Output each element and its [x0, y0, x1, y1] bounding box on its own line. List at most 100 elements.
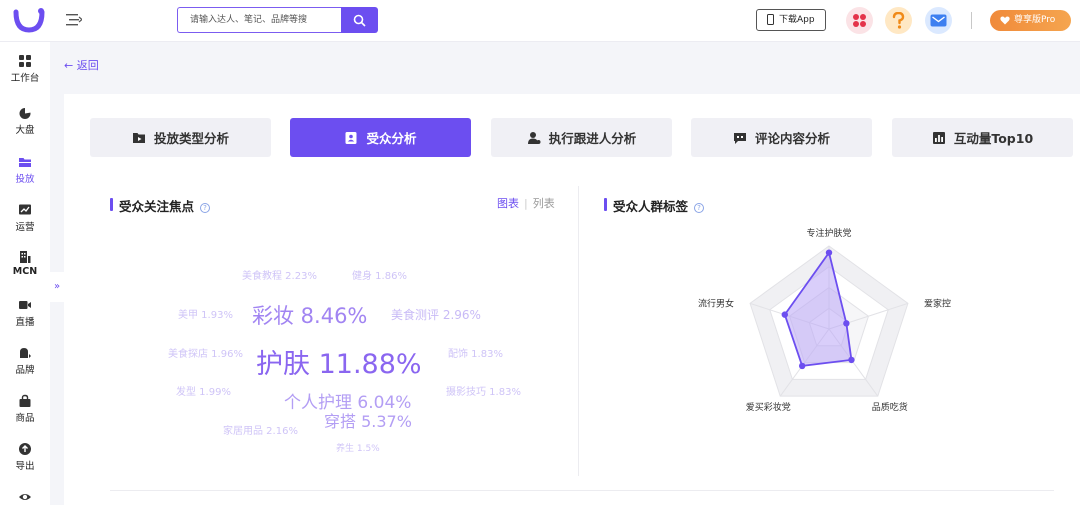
word-cloud-item: 健身 1.86%: [352, 271, 407, 282]
grid-icon: [19, 55, 31, 67]
audience-focus-title-text: 受众关注焦点: [119, 199, 195, 214]
word-cloud-item: 摄影技巧 1.83%: [446, 387, 521, 398]
tab-comments[interactable]: 评论内容分析: [691, 118, 872, 157]
sidebar-item-products[interactable]: 商品: [0, 394, 50, 424]
folder-play-icon: [132, 132, 145, 143]
help-icon[interactable]: ?: [200, 203, 211, 213]
sidebar-collapse-toggle[interactable]: »: [50, 272, 64, 302]
tab-audience[interactable]: 受众分析: [290, 118, 471, 157]
analysis-card: 投放类型分析 受众分析 执行跟进人分析 评论内容分析 互动量Top10 受众关注…: [64, 94, 1080, 505]
sidebar-item-label: 大盘: [15, 125, 35, 136]
tab-label: 受众分析: [366, 131, 417, 146]
sidebar-item-label: 直播: [15, 317, 35, 328]
sidebar-item-live[interactable]: 直播: [0, 298, 50, 328]
bar-chart-icon: [932, 131, 945, 144]
word-cloud-item: 美食测评 2.96%: [391, 308, 481, 322]
pro-upgrade-button[interactable]: 尊享版Pro: [990, 10, 1071, 31]
logo-icon[interactable]: [12, 6, 46, 34]
radar-axis-label: 爱家控: [924, 297, 951, 309]
tab-label: 投放类型分析: [153, 131, 229, 146]
trend-chart-icon: [19, 204, 31, 215]
radar-point[interactable]: [848, 356, 855, 364]
view-list-toggle[interactable]: 列表: [533, 197, 555, 210]
word-cloud-item: 美甲 1.93%: [178, 310, 233, 321]
export-icon: [19, 443, 31, 455]
comment-icon: [733, 132, 746, 144]
eye-icon: [19, 494, 31, 500]
sidebar-item-overview[interactable]: 大盘: [0, 106, 50, 136]
pie-chart-icon: [19, 106, 31, 119]
sidebar-item-export[interactable]: 导出: [0, 442, 50, 472]
tab-label: 互动量Top10: [953, 131, 1034, 146]
sidebar-item-label: 导出: [15, 461, 35, 472]
top-bar: 请输入达人、笔记、品牌等搜 下载App 尊享版Pro: [0, 0, 1080, 42]
sidebar-item-operations[interactable]: 运营: [0, 203, 50, 233]
radar-point[interactable]: [798, 362, 806, 370]
heart-icon: [1000, 16, 1010, 25]
radar-chart: 专注护肤党爱家控品质吃货 爱买彩妆党 流行男女: [698, 227, 951, 413]
word-cloud-item: 彩妆 8.46%: [252, 304, 368, 328]
word-cloud-item: 护肤 11.88%: [256, 349, 422, 380]
word-cloud-item: 配饰 1.83%: [448, 349, 503, 360]
back-arrow-icon: ←: [64, 59, 77, 72]
id-card-icon: [345, 131, 357, 144]
sidebar-item-label: 品牌: [15, 365, 35, 376]
word-cloud-item: 美食教程 2.23%: [242, 271, 317, 282]
sidebar-item-workbench[interactable]: 工作台: [0, 54, 50, 84]
sidebar-item-mcn[interactable]: MCN: [0, 250, 50, 277]
audience-focus-title: 受众关注焦点?: [110, 196, 211, 215]
radar-axis-label: 流行男女: [698, 297, 734, 309]
user-icon: [527, 131, 541, 144]
toggle-separator: |: [524, 197, 528, 210]
radar-point[interactable]: [825, 249, 833, 256]
back-link-label: 返回: [76, 59, 99, 72]
phone-icon: [767, 14, 774, 25]
sidebar-item-view[interactable]: [0, 490, 50, 505]
radar-axis-label: 专注护肤党: [806, 227, 851, 239]
folder-icon: [19, 158, 31, 167]
word-cloud-item: 美食探店 1.96%: [168, 349, 243, 360]
radar-axis-label: 爱买彩妆党: [746, 401, 791, 413]
back-link[interactable]: ← 返回: [64, 57, 99, 73]
sidebar-item-label: 工作台: [10, 73, 40, 84]
mail-icon: [930, 14, 947, 27]
download-app-button[interactable]: 下载App: [756, 9, 826, 31]
tab-top10[interactable]: 互动量Top10: [892, 118, 1073, 157]
pro-upgrade-label: 尊享版Pro: [1014, 15, 1056, 25]
tab-label: 执行跟进人分析: [548, 131, 637, 146]
sidebar: 工作台 大盘 投放 运营 MCN 直播 品牌 商品 导出: [0, 42, 50, 505]
view-chart-toggle[interactable]: 图表: [497, 197, 519, 210]
sidebar-item-brand[interactable]: 品牌: [0, 346, 50, 376]
sidebar-item-placement[interactable]: 投放: [0, 155, 50, 185]
radar-point[interactable]: [843, 320, 850, 327]
sidebar-item-label: 投放: [15, 174, 35, 185]
radar-point[interactable]: [781, 311, 788, 318]
download-app-label: 下载App: [779, 15, 815, 25]
shopping-bag-icon: [19, 394, 31, 407]
messages-button[interactable]: [925, 7, 952, 34]
brand-icon: [20, 348, 31, 358]
word-cloud-item: 家居用品 2.16%: [223, 426, 298, 437]
help-button[interactable]: [885, 7, 912, 34]
view-toggle: 图表 | 列表: [497, 195, 555, 211]
menu-toggle-icon[interactable]: [66, 13, 82, 27]
video-camera-icon: [19, 301, 31, 309]
section-divider: [578, 186, 579, 476]
bottom-divider: [110, 490, 1054, 491]
tab-follow-up[interactable]: 执行跟进人分析: [491, 118, 672, 157]
tab-label: 评论内容分析: [754, 131, 830, 146]
search-icon: [353, 14, 366, 27]
radar-axis-label: 品质吃货: [872, 401, 908, 413]
word-cloud-item: 穿搭 5.37%: [324, 412, 412, 431]
question-icon: [892, 12, 905, 29]
sidebar-item-label: 商品: [15, 413, 35, 424]
word-cloud-item: 发型 1.99%: [176, 387, 231, 398]
search-input[interactable]: 请输入达人、笔记、品牌等搜: [177, 7, 341, 33]
search-button[interactable]: [341, 7, 378, 33]
word-cloud-item: 养生 1.5%: [336, 444, 380, 454]
apps-button[interactable]: [846, 7, 873, 34]
sidebar-item-label: 运营: [15, 222, 35, 233]
tab-placement-type[interactable]: 投放类型分析: [90, 118, 271, 157]
header-divider: [971, 12, 972, 29]
sidebar-item-label: MCN: [12, 266, 38, 277]
